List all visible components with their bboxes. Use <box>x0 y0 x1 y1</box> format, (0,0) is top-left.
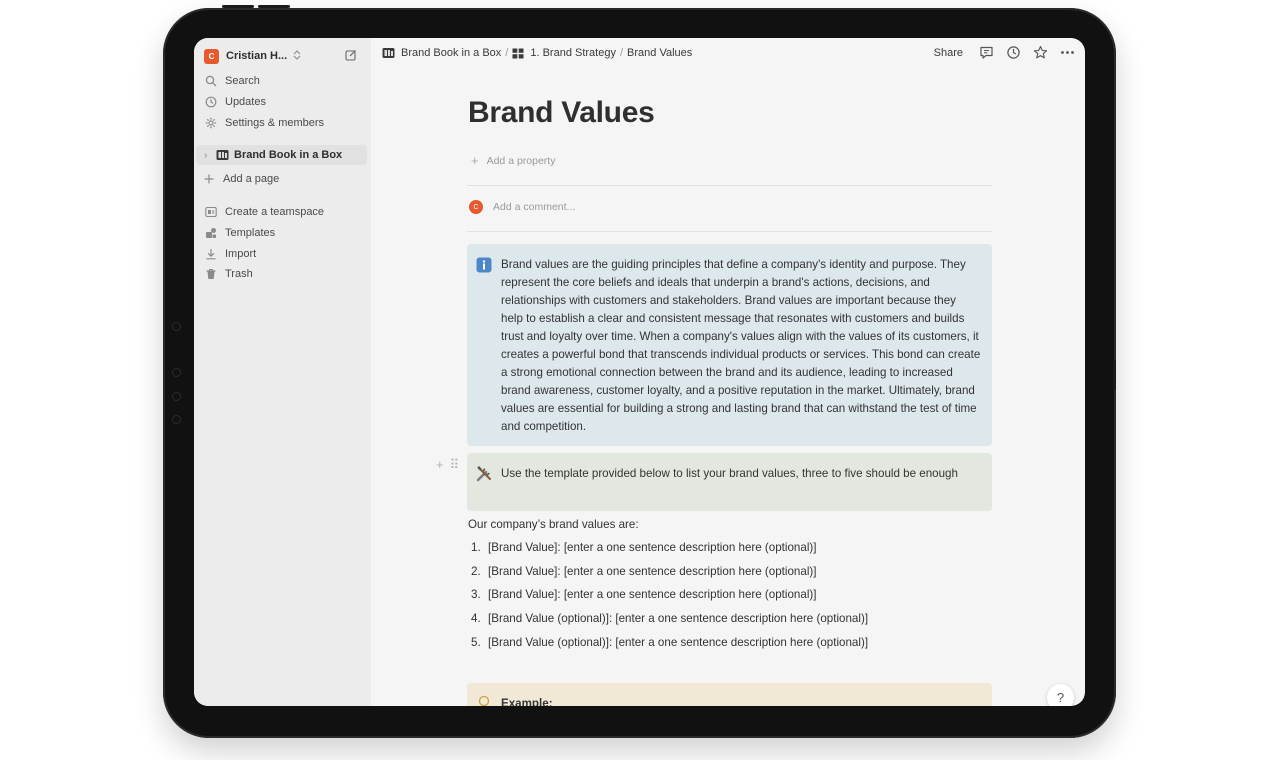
tool-callout[interactable]: Use the template provided below to list … <box>467 453 992 511</box>
page-title[interactable]: Brand Values <box>468 96 655 130</box>
divider <box>467 231 992 232</box>
divider <box>467 185 992 186</box>
tools-icon <box>476 466 491 482</box>
camera-dot <box>172 392 181 401</box>
info-callout[interactable]: Brand values are the guiding principles … <box>467 244 992 446</box>
sidebar-item-import[interactable]: Import <box>205 245 365 263</box>
chevron-updown-icon <box>293 50 301 62</box>
add-page-label: Add a page <box>223 173 280 185</box>
list-number: 2. <box>471 564 481 578</box>
sidebar-item-label: Create a teamspace <box>225 206 325 218</box>
sidebar-item-settings[interactable]: Settings & members <box>205 114 365 132</box>
more-icon[interactable] <box>1060 45 1075 60</box>
sidebar-item-search[interactable]: Search <box>205 72 365 90</box>
comment-placeholder: Add a comment... <box>493 201 576 213</box>
sidebar-page-brand-book[interactable]: › Brand Book in a Box <box>196 145 367 165</box>
camera-dot <box>172 368 181 377</box>
info-callout-text: Brand values are the guiding principles … <box>501 258 981 433</box>
list-number: 1. <box>471 541 481 554</box>
star-icon[interactable] <box>1033 45 1048 60</box>
tool-callout-text: Use the template provided below to list … <box>501 467 958 480</box>
plus-icon: + <box>471 153 479 168</box>
workspace-avatar: C <box>204 48 219 64</box>
list-item[interactable]: 1. [Brand Value]: [enter a one sentence d… <box>471 541 868 565</box>
list-item[interactable]: 5. [Brand Value (optional)]: [enter a one… <box>471 636 868 660</box>
book-icon <box>382 48 395 58</box>
sidebar-item-label: Trash <box>225 268 253 280</box>
block-handle[interactable]: + ⠿ <box>436 457 459 473</box>
new-page-icon[interactable] <box>344 48 358 62</box>
example-callout[interactable]: Example: <box>467 683 992 706</box>
add-property-button[interactable]: + Add a property <box>471 153 555 168</box>
camera-dot <box>172 415 181 424</box>
help-button[interactable]: ? <box>1047 684 1074 706</box>
import-icon <box>206 249 216 260</box>
plus-icon <box>204 174 214 184</box>
info-icon <box>476 257 492 273</box>
list-number: 4. <box>471 612 481 626</box>
list-item[interactable]: 4. [Brand Value (optional)]: [enter a one… <box>471 612 868 636</box>
sidebar-item-label: Search <box>225 75 260 87</box>
sidebar-item-label: Settings & members <box>225 117 325 129</box>
plus-icon[interactable]: + <box>436 457 444 473</box>
sidebar-item-label: Import <box>225 248 257 260</box>
list-item-text: [Brand Value]: [enter a one sentence des… <box>488 541 817 554</box>
page-content: Brand Values + Add a property C Add a co… <box>436 38 992 706</box>
list-item-text: [Brand Value (optional)]: [enter a one s… <box>488 635 869 649</box>
sidebar-item-trash[interactable]: Trash <box>205 265 365 283</box>
example-callout-text: Example: <box>501 697 553 706</box>
sidebar: C Cristian H... Search Updates Settings … <box>194 38 371 706</box>
gear-icon <box>205 117 217 129</box>
teamspace-icon <box>205 206 217 218</box>
search-icon <box>205 75 217 87</box>
list-number: 5. <box>471 635 481 649</box>
tablet-button <box>222 5 254 8</box>
camera-dot <box>172 322 181 331</box>
lightbulb-icon <box>478 695 490 706</box>
app-screen: C Cristian H... Search Updates Settings … <box>194 38 1085 706</box>
tablet-button <box>1113 360 1116 390</box>
sidebar-item-label: Updates <box>225 96 266 108</box>
chevron-right-icon[interactable]: › <box>204 150 212 161</box>
book-icon <box>216 150 229 160</box>
sidebar-item-create-teamspace[interactable]: Create a teamspace <box>205 203 365 221</box>
comment-input[interactable]: C Add a comment... <box>469 200 575 214</box>
brand-values-list: 1. [Brand Value]: [enter a one sentence d… <box>471 541 868 659</box>
list-item[interactable]: 3. [Brand Value]: [enter a one sentence d… <box>471 588 868 612</box>
workspace-name: Cristian H... <box>226 50 288 62</box>
tablet-button <box>258 5 290 8</box>
add-property-label: Add a property <box>486 154 556 167</box>
sidebar-item-templates[interactable]: Templates <box>205 224 365 242</box>
clock-icon <box>205 96 217 108</box>
sidebar-page-label: Brand Book in a Box <box>234 149 343 161</box>
list-item-text: [Brand Value (optional)]: [enter a one s… <box>488 612 869 626</box>
trash-icon <box>206 269 216 279</box>
list-intro[interactable]: Our company’s brand values are: <box>468 518 639 531</box>
list-number: 3. <box>471 588 481 602</box>
list-item-text: [Brand Value]: [enter a one sentence des… <box>488 564 817 578</box>
avatar: C <box>469 200 483 214</box>
templates-icon <box>206 228 216 238</box>
drag-handle-icon[interactable]: ⠿ <box>450 457 460 473</box>
sidebar-item-label: Templates <box>225 227 276 239</box>
workspace-switcher[interactable]: C Cristian H... <box>204 46 364 66</box>
history-icon[interactable] <box>1006 45 1021 60</box>
add-page-button[interactable]: Add a page <box>203 170 363 188</box>
list-item[interactable]: 2. [Brand Value]: [enter a one sentence d… <box>471 565 868 589</box>
sidebar-item-updates[interactable]: Updates <box>205 93 365 111</box>
list-item-text: [Brand Value]: [enter a one sentence des… <box>488 588 817 602</box>
